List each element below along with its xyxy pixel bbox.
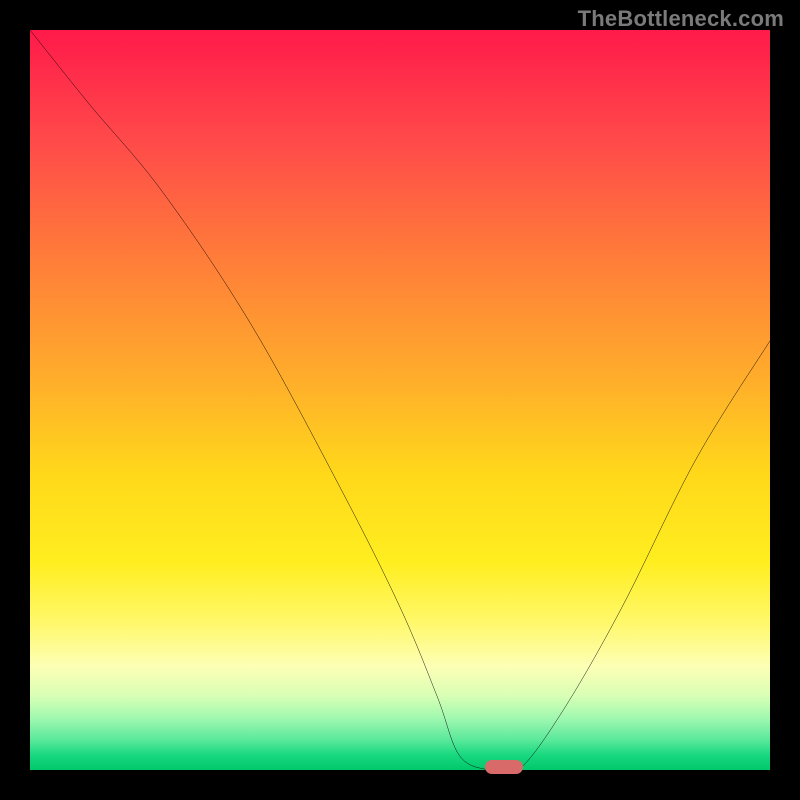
bottleneck-curve [30,30,770,775]
plot-area [30,30,770,770]
curve-svg [30,30,770,770]
chart-frame: TheBottleneck.com [0,0,800,800]
optimal-marker [485,760,523,774]
watermark-label: TheBottleneck.com [578,6,784,32]
